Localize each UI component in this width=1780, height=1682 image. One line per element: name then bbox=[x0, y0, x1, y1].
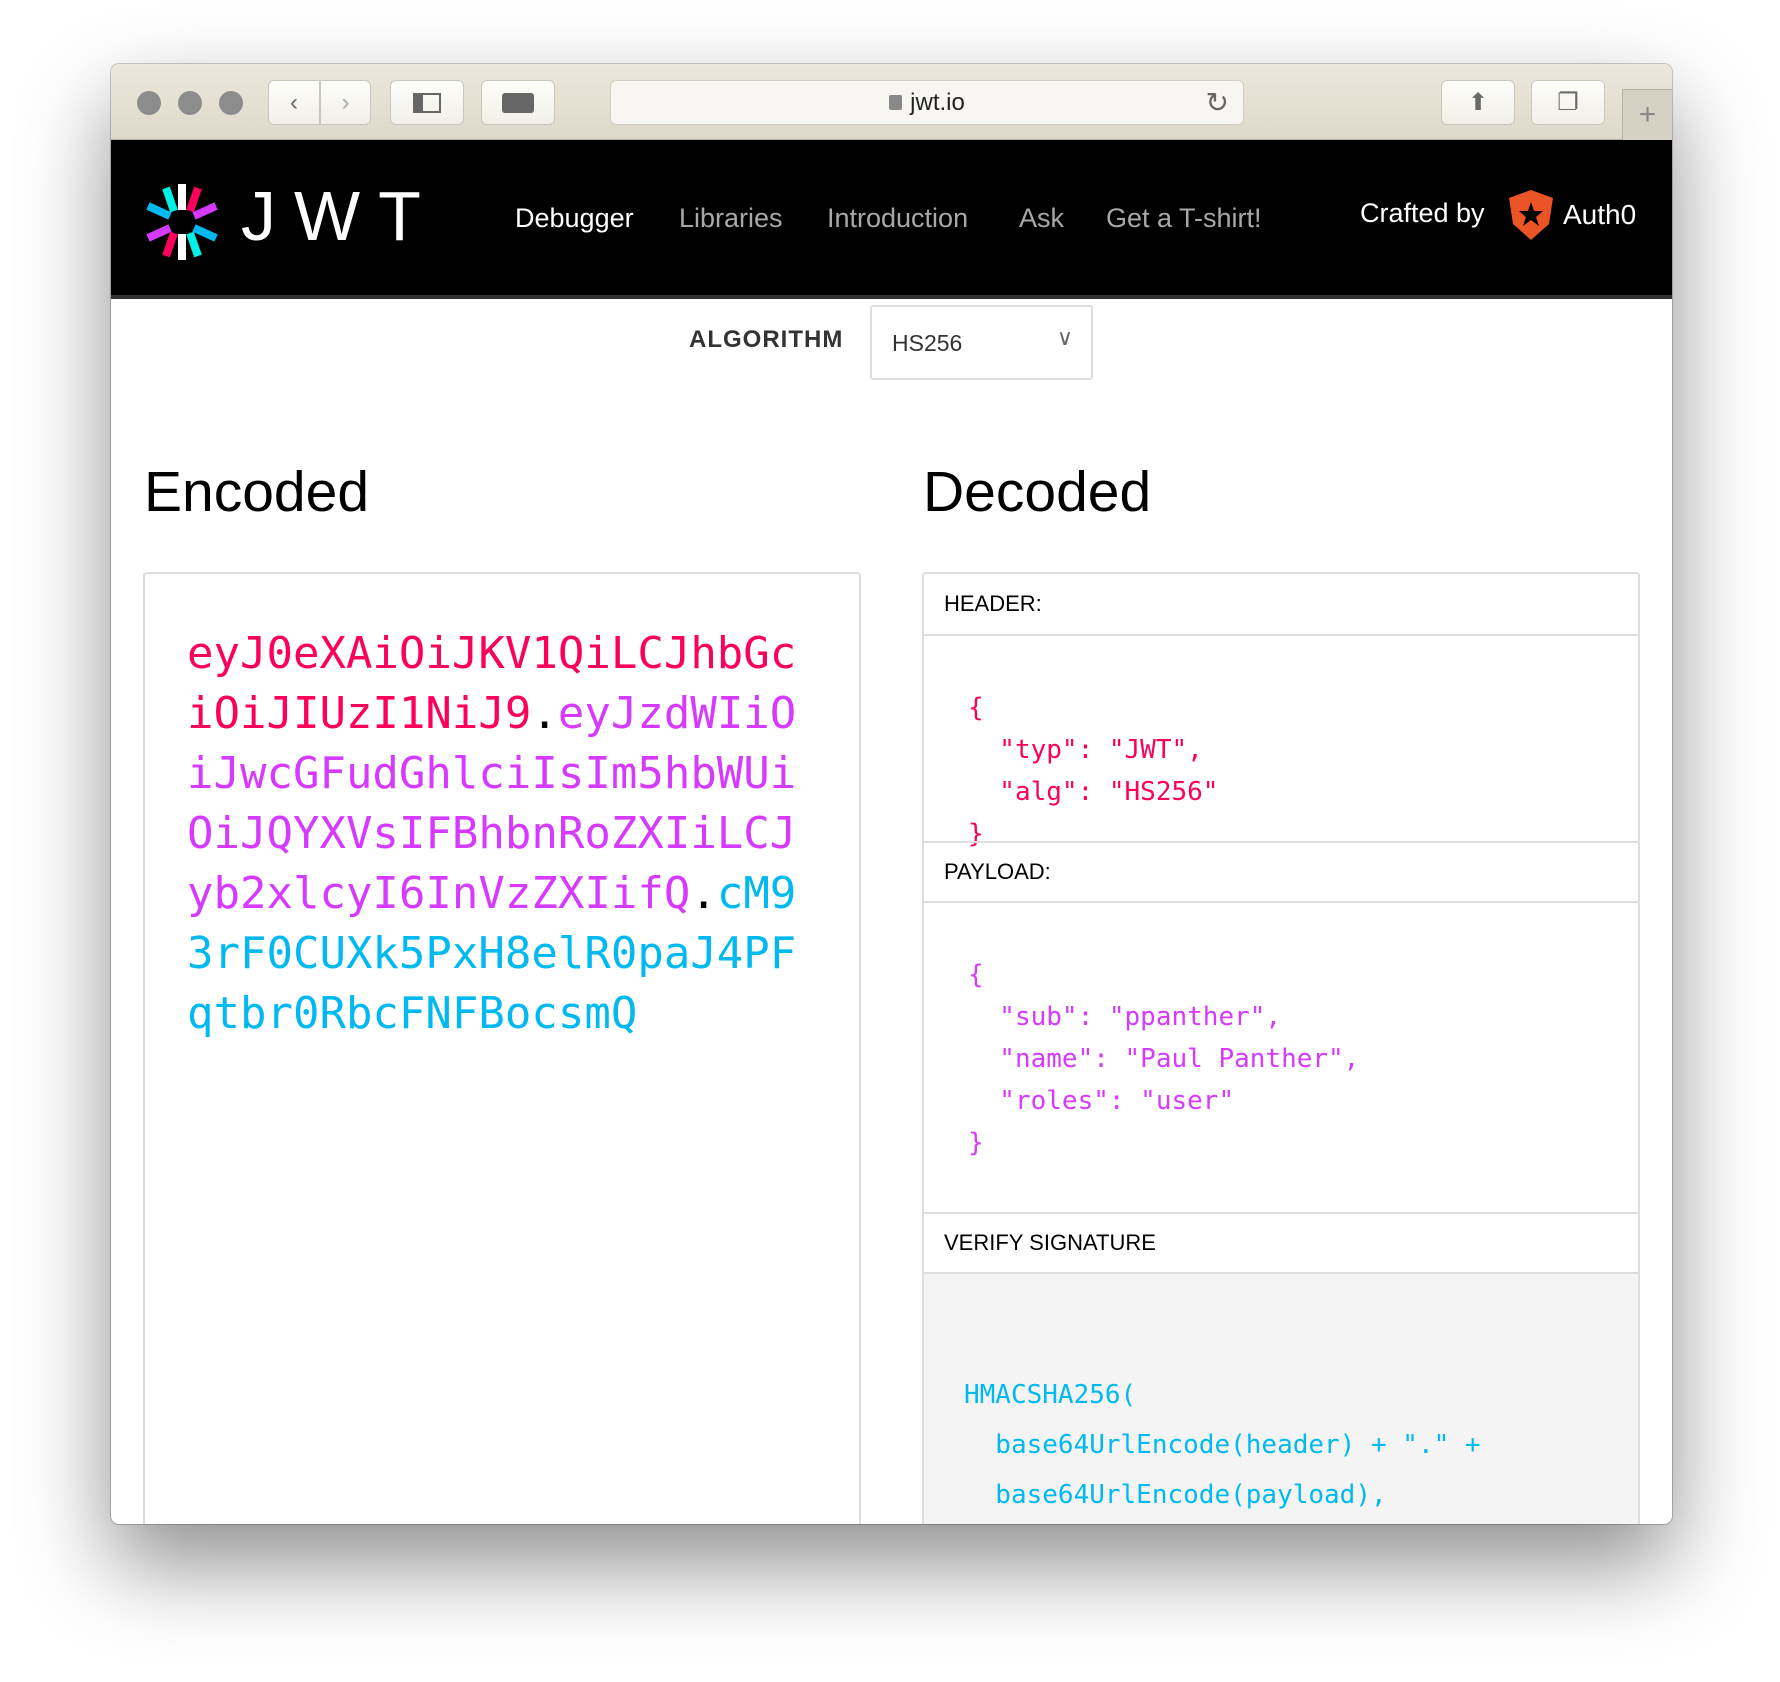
tabs-button[interactable]: ❐ bbox=[1531, 80, 1605, 125]
token-header-part: eyJ0eXAiOiJKV1QiLCJhbGc bbox=[187, 628, 797, 679]
nav-tshirt[interactable]: Get a T-shirt! bbox=[1106, 203, 1262, 234]
back-button[interactable]: ‹ bbox=[268, 80, 320, 125]
share-icon: ⬆ bbox=[1467, 89, 1489, 116]
encoded-title: Encoded bbox=[144, 460, 370, 524]
token-signature-part: qtbr0RbcFNFBocsmQ bbox=[187, 988, 638, 1039]
address-bar[interactable]: jwt.io ↻ bbox=[610, 80, 1244, 125]
chevron-left-icon: ‹ bbox=[290, 88, 298, 116]
algorithm-value: HS256 bbox=[892, 330, 963, 356]
sidebar-button[interactable] bbox=[390, 80, 464, 125]
payload-json[interactable]: { "sub": "ppanther", "name": "Paul Panth… bbox=[924, 954, 1638, 1164]
close-window-button[interactable] bbox=[137, 91, 161, 115]
token-signature-part: 3rF0CUXk5PxH8elR0paJ4PF bbox=[187, 928, 797, 979]
jwt-logo-text: JWT bbox=[241, 177, 439, 255]
encoded-line: OiJQYXVsIFBhbnRoZXIiLCJ bbox=[187, 804, 796, 864]
token-payload-part: eyJzdWIiO bbox=[557, 688, 797, 739]
signature-code: HMACSHA256( base64UrlEncode(header) + ".… bbox=[964, 1380, 1481, 1510]
auth0-brand: Auth0 bbox=[1563, 199, 1637, 230]
nav-libraries[interactable]: Libraries bbox=[679, 203, 783, 234]
sidebar-icon bbox=[413, 92, 441, 113]
crafted-by-label: Crafted by bbox=[1360, 198, 1485, 228]
encoded-line: yb2xlcyI6InVzZXIifQ.cM9 bbox=[187, 864, 796, 924]
token-separator: . bbox=[690, 868, 717, 919]
algorithm-select[interactable]: HS256 ∨ bbox=[870, 305, 1093, 380]
auth0-logo-icon bbox=[1509, 190, 1553, 240]
token-signature-part: cM9 bbox=[716, 868, 797, 919]
minimize-window-button[interactable] bbox=[178, 91, 202, 115]
new-tab-button[interactable]: + bbox=[1622, 89, 1672, 140]
printer-icon bbox=[502, 92, 534, 113]
token-separator: . bbox=[531, 688, 558, 739]
header-section-label: HEADER: bbox=[924, 574, 1638, 636]
chevron-down-icon: ∨ bbox=[1056, 325, 1073, 350]
algorithm-label: ALGORITHM bbox=[689, 326, 844, 353]
site-navbar: JWT Debugger Libraries Introduction Ask … bbox=[111, 140, 1672, 299]
browser-toolbar: ‹ › jwt.io ↻ ⬆ ❐ + bbox=[111, 64, 1672, 140]
token-payload-part: OiJQYXVsIFBhbnRoZXIiLCJ bbox=[187, 808, 797, 859]
nav-debugger[interactable]: Debugger bbox=[515, 203, 634, 234]
signature-section-label: VERIFY SIGNATURE bbox=[924, 1212, 1638, 1274]
zoom-window-button[interactable] bbox=[219, 91, 243, 115]
tabs-icon: ❐ bbox=[1557, 89, 1579, 116]
url-text: jwt.io bbox=[910, 88, 965, 116]
token-header-part: iOiJIUzI1NiJ9 bbox=[187, 688, 532, 739]
encoded-token-editor[interactable]: eyJ0eXAiOiJKV1QiLCJhbGc iOiJIUzI1NiJ9.eyJ… bbox=[143, 572, 861, 1524]
reload-icon[interactable]: ↻ bbox=[1206, 86, 1229, 119]
nav-ask[interactable]: Ask bbox=[1019, 203, 1064, 234]
jwt-logo[interactable] bbox=[142, 182, 222, 262]
chevron-right-icon: › bbox=[341, 88, 350, 116]
jwt-logo-icon bbox=[146, 184, 218, 260]
decoded-title: Decoded bbox=[923, 460, 1152, 524]
payload-section-label: PAYLOAD: bbox=[924, 841, 1638, 903]
encoded-token-text[interactable]: eyJ0eXAiOiJKV1QiLCJhbGc iOiJIUzI1NiJ9.eyJ… bbox=[187, 624, 796, 1044]
encoded-line: eyJ0eXAiOiJKV1QiLCJhbGc bbox=[187, 624, 796, 684]
encoded-line: iJwcGFudGhlciIsIm5hbWUi bbox=[187, 744, 796, 804]
browser-window: ‹ › jwt.io ↻ ⬆ ❐ + JWT Debugger Librarie… bbox=[111, 64, 1672, 1524]
token-payload-part: iJwcGFudGhlciIsIm5hbWUi bbox=[187, 748, 797, 799]
forward-button[interactable]: › bbox=[320, 80, 371, 125]
share-button[interactable]: ⬆ bbox=[1441, 80, 1515, 125]
lock-icon bbox=[889, 95, 903, 110]
plus-icon: + bbox=[1638, 98, 1657, 131]
auth0-link[interactable]: Auth0 bbox=[1509, 190, 1636, 240]
encoded-line: 3rF0CUXk5PxH8elR0paJ4PF bbox=[187, 924, 796, 984]
encoded-line: iOiJIUzI1NiJ9.eyJzdWIiO bbox=[187, 684, 796, 744]
token-payload-part: yb2xlcyI6InVzZXIifQ bbox=[187, 868, 691, 919]
print-button[interactable] bbox=[481, 80, 555, 125]
encoded-line: qtbr0RbcFNFBocsmQ bbox=[187, 984, 796, 1044]
nav-introduction[interactable]: Introduction bbox=[827, 203, 968, 234]
decoded-panel: HEADER: { "typ": "JWT", "alg": "HS256" }… bbox=[922, 572, 1640, 1524]
header-json[interactable]: { "typ": "JWT", "alg": "HS256" } bbox=[924, 687, 1638, 855]
